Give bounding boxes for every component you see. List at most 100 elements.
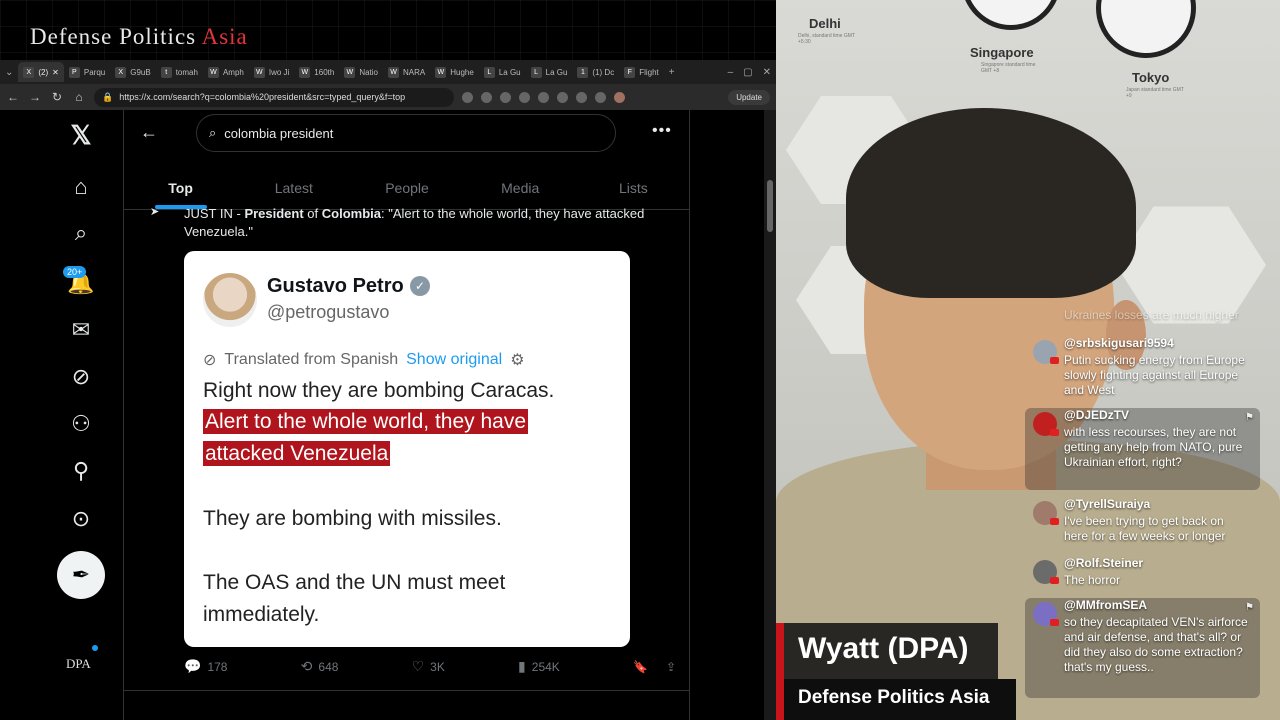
- bookmark-icon[interactable]: 🔖: [633, 660, 648, 674]
- reload-icon[interactable]: ↻: [50, 90, 64, 104]
- tab-favicon: t: [160, 66, 172, 78]
- browser-tab[interactable]: W NARA: [383, 62, 430, 82]
- browser-tab[interactable]: X (2) ✕: [18, 62, 64, 82]
- translate-icon: ⊘: [203, 352, 217, 369]
- extension-icon[interactable]: [557, 91, 568, 103]
- city-label-singapore: Singapore: [970, 45, 1034, 60]
- tweet-text[interactable]: JUST IN - President of Colombia: "Alert …: [184, 205, 654, 241]
- tab-label: Amph: [222, 67, 244, 77]
- tab-lists[interactable]: Lists: [577, 166, 690, 209]
- close-window-icon[interactable]: ✕: [758, 67, 776, 78]
- flag-icon[interactable]: ⚑: [1245, 600, 1254, 615]
- tab-label: Flight: [639, 67, 659, 77]
- x-sidebar: 𝕏 ⌂ ⌕ 🔔 20+ ✉ ⊘ ⚇ ⚲ ⊙ ✒ DPA: [0, 110, 124, 720]
- page-scrollbar[interactable]: [764, 110, 776, 720]
- messages-nav-icon[interactable]: ✉: [66, 315, 96, 345]
- grok-nav-icon[interactable]: ⊘: [66, 362, 96, 392]
- update-button[interactable]: Update: [728, 89, 770, 105]
- repost-count: 648: [318, 659, 339, 674]
- tab-latest[interactable]: Latest: [237, 166, 350, 209]
- browser-tab[interactable]: W 160th: [294, 62, 339, 82]
- extension-icon[interactable]: [595, 91, 606, 103]
- maximize-icon[interactable]: ▢: [738, 67, 757, 78]
- back-arrow-icon[interactable]: ←: [140, 122, 158, 143]
- extension-icon[interactable]: [538, 91, 549, 103]
- extension-icon[interactable]: [519, 91, 530, 103]
- forward-icon[interactable]: →: [28, 90, 42, 104]
- city-sub-tokyo: Japan standard time GMT +9: [1126, 87, 1184, 99]
- tweet-media-image[interactable]: Gustavo Petro ✓ @petrogustavo ⊘ Translate…: [184, 251, 630, 647]
- browser-tab-strip: ⌄ X (2) ✕ P Parqu X G9uB t tomah W Amph W Iwo J…: [0, 60, 776, 84]
- more-options-icon[interactable]: •••: [652, 122, 672, 140]
- tab-people[interactable]: People: [350, 166, 463, 209]
- tab-label: 160th: [314, 67, 335, 77]
- account-status-dot: [92, 645, 98, 651]
- more-nav-icon[interactable]: ⊙: [66, 504, 96, 534]
- browser-tab[interactable]: P Parqu: [64, 62, 110, 82]
- x-main-column: ← ⌕ colombia president ••• Top Latest Peo…: [124, 110, 690, 720]
- repost-indicator-icon: ➤: [150, 206, 160, 218]
- extension-icon[interactable]: [576, 91, 587, 103]
- gear-icon: ⚙: [510, 352, 525, 369]
- share-icon[interactable]: ⇪: [666, 660, 676, 674]
- new-tab-button[interactable]: +: [664, 67, 680, 78]
- browser-tab[interactable]: F Flight: [619, 62, 664, 82]
- x-search-page: 𝕏 ⌂ ⌕ 🔔 20+ ✉ ⊘ ⚇ ⚲ ⊙ ✒ DPA ← ⌕ colombia …: [0, 110, 766, 720]
- tweet-actions-right: 🔖 ⇪: [633, 660, 676, 674]
- brand-part2: Asia: [201, 24, 248, 49]
- browser-tab[interactable]: L La Gu: [526, 62, 573, 82]
- translated-label: Translated from Spanish: [224, 351, 399, 368]
- screen-share-pane: Defense Politics Asia ⌄ X (2) ✕ P Parqu X G9…: [0, 0, 776, 720]
- close-tab-icon[interactable]: ✕: [52, 68, 59, 77]
- browser-tab[interactable]: W Hughe: [430, 62, 479, 82]
- reply-button[interactable]: 💬 178: [184, 658, 227, 675]
- search-input[interactable]: ⌕ colombia president: [196, 114, 616, 152]
- repost-button[interactable]: ⟲ 648: [301, 658, 339, 675]
- browser-tab[interactable]: W Natio: [339, 62, 383, 82]
- presenter-name: Wyatt (DPA): [784, 623, 998, 679]
- browser-tab[interactable]: X G9uB: [110, 62, 155, 82]
- communities-nav-icon[interactable]: ⚇: [66, 409, 96, 439]
- extension-icon[interactable]: [500, 91, 511, 103]
- tab-menu-icon[interactable]: ⌄: [0, 67, 18, 78]
- scrollbar-thumb[interactable]: [767, 180, 773, 232]
- chat-author: @srbskigusari9594: [1064, 336, 1174, 350]
- profile-avatar-icon[interactable]: [614, 91, 625, 103]
- tab-label: (1) Dc: [592, 67, 615, 77]
- screen: Defense Politics Asia ⌄ X (2) ✕ P Parqu X G9…: [0, 0, 1280, 720]
- like-button[interactable]: ♡ 3K: [412, 658, 445, 675]
- notifications-badge: 20+: [63, 266, 87, 278]
- x-logo-icon[interactable]: 𝕏: [66, 120, 96, 150]
- back-icon[interactable]: ←: [6, 90, 20, 104]
- minimize-icon[interactable]: –: [723, 67, 739, 78]
- reply-icon: 💬: [184, 658, 202, 674]
- url-field[interactable]: 🔒 https://x.com/search?q=colombia%20presi…: [94, 87, 454, 107]
- address-bar-row: ← → ↻ ⌂ 🔒 https://x.com/search?q=colombia…: [0, 84, 776, 110]
- account-avatar[interactable]: DPA: [66, 656, 91, 672]
- browser-tab[interactable]: t tomah: [156, 62, 203, 82]
- post-button[interactable]: ✒: [57, 551, 105, 599]
- browser-tab[interactable]: W Iwo Ji: [249, 62, 294, 82]
- city-sub-singapore: Singapore standard time GMT +8: [981, 62, 1036, 74]
- browser-tab[interactable]: 1 (1) Dc: [572, 62, 619, 82]
- tab-favicon: W: [299, 66, 311, 78]
- flag-icon[interactable]: ⚑: [1245, 410, 1254, 425]
- home-icon[interactable]: ⌂: [72, 90, 86, 104]
- extension-icon[interactable]: [462, 91, 473, 103]
- profile-nav-icon[interactable]: ⚲: [66, 456, 96, 486]
- search-tabs: Top Latest People Media Lists: [124, 166, 690, 210]
- avatar: [1033, 501, 1059, 525]
- tab-media[interactable]: Media: [464, 166, 577, 209]
- explore-nav-icon[interactable]: ⌕: [66, 218, 96, 248]
- tab-top[interactable]: Top: [124, 166, 237, 209]
- browser-tab[interactable]: L La Gu: [479, 62, 526, 82]
- browser-tab[interactable]: W Amph: [203, 62, 249, 82]
- views-button[interactable]: ▮ 254K: [518, 658, 560, 675]
- extension-icon[interactable]: [481, 91, 492, 103]
- tab-label: Natio: [359, 67, 379, 77]
- tab-favicon: W: [435, 66, 447, 78]
- translation-row: ⊘ Translated from Spanish Show original ⚙: [203, 350, 525, 370]
- home-nav-icon[interactable]: ⌂: [66, 172, 96, 202]
- avatar: [1033, 560, 1059, 584]
- chat-message: @srbskigusari9594 Putin sucking energy f…: [1025, 336, 1260, 402]
